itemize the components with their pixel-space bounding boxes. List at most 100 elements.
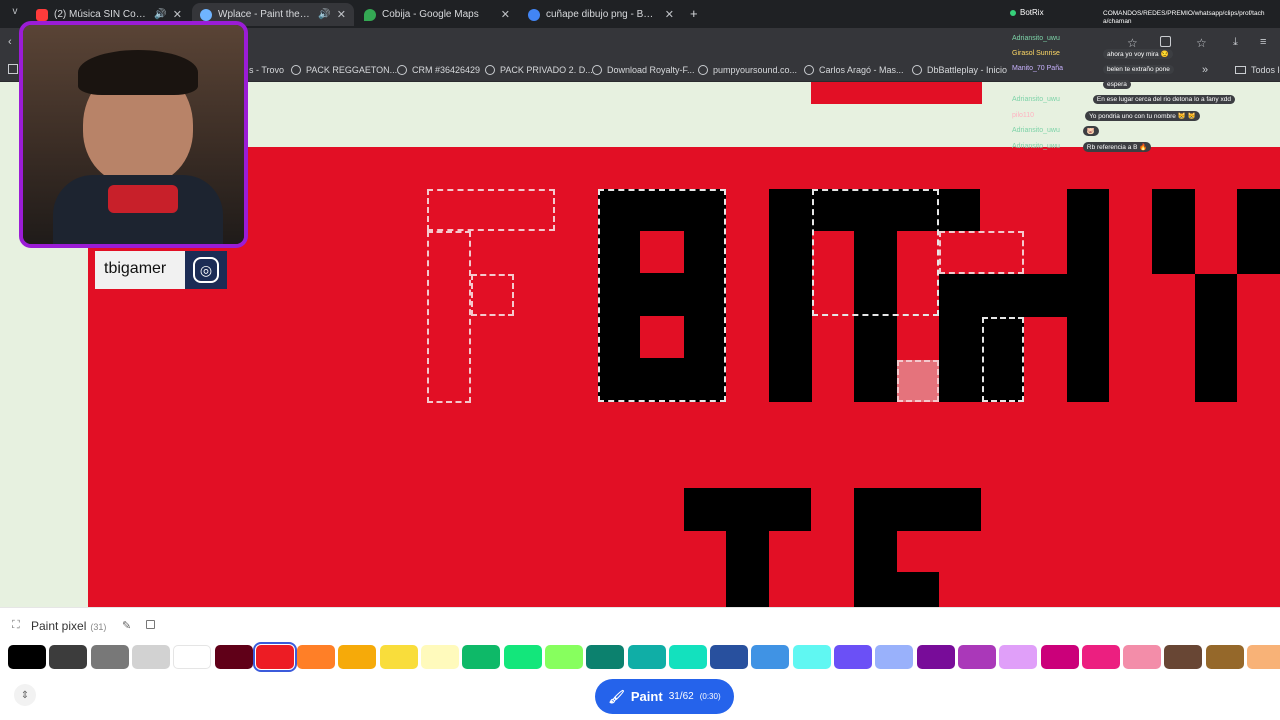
globe-icon	[804, 65, 814, 75]
chat-user: Manito_70 Paña	[1012, 65, 1063, 72]
bookmark-item[interactable]: CRM #36426429	[397, 62, 480, 78]
download-icon[interactable]: ⤓	[1233, 36, 1238, 49]
pixel-count: (31)	[90, 622, 107, 632]
bookmark-item[interactable]: pumpyoursound.co...	[698, 62, 797, 78]
color-swatch[interactable]	[1081, 645, 1120, 669]
layers-icon[interactable]	[146, 620, 155, 629]
speaker-icon[interactable]: 🔊	[318, 9, 330, 20]
pixel-outline	[812, 189, 939, 316]
close-tab-icon[interactable]: ✕	[501, 8, 510, 21]
pixel-block	[427, 231, 471, 403]
color-swatch[interactable]	[957, 645, 996, 669]
chat-user: Girasol Sunrise	[1012, 50, 1060, 57]
pixel-block	[769, 189, 812, 402]
pixel-cursor-target[interactable]	[897, 360, 939, 402]
pixel-block	[726, 531, 769, 607]
bookmark-item[interactable]: PACK PRIVADO 2. D...	[485, 62, 593, 78]
color-swatch[interactable]	[252, 642, 297, 672]
pixel-block	[471, 274, 514, 316]
color-swatch[interactable]	[627, 645, 666, 669]
color-swatch[interactable]	[8, 645, 46, 669]
paint-count: 31/62	[668, 691, 694, 702]
color-swatch[interactable]	[834, 645, 872, 669]
color-swatch[interactable]	[916, 645, 955, 669]
bookmark-item[interactable]: DbBattleplay - Inicio	[912, 62, 1007, 78]
paint-label: Paint	[630, 689, 663, 704]
globe-icon	[698, 65, 708, 75]
color-swatch[interactable]	[214, 645, 253, 669]
color-swatch[interactable]	[1040, 645, 1079, 669]
color-swatch[interactable]	[1164, 645, 1203, 669]
new-tab-button[interactable]: +	[690, 6, 698, 21]
maps-pin-favicon-icon	[364, 8, 376, 21]
botrix-extension[interactable]: BotRix	[1010, 8, 1044, 17]
chat-message: Adriansito_uwu Rb referencia a B 🔥	[1012, 140, 1152, 153]
color-swatch[interactable]	[338, 645, 377, 669]
chat-message: Girasol Sunrise	[1012, 47, 1060, 60]
bookmarks-overflow-button[interactable]: »	[1202, 62, 1208, 78]
chat-message: ahora yo voy mira 😏	[1103, 47, 1173, 60]
bookmark-item[interactable]: Download Royalty-F...	[592, 62, 695, 78]
speaker-icon[interactable]: 🔊	[154, 9, 166, 20]
extensions-icon[interactable]	[1160, 36, 1171, 47]
chat-message: belen te extraño pone	[1103, 63, 1174, 76]
chat-message: pilo110 Yo pondria uno con tu nombre 😸 😸	[1012, 109, 1200, 122]
status-dot-icon	[1010, 9, 1016, 16]
bookmark-label: CRM #36426429	[412, 65, 481, 75]
edit-pencil-icon[interactable]: ✎	[122, 619, 131, 632]
tab-google-search[interactable]: cuñape dibujo png - Buscar co ✕	[520, 3, 682, 26]
color-swatch[interactable]	[49, 645, 88, 669]
color-swatch[interactable]	[131, 645, 170, 669]
tab-search-icon[interactable]: v	[8, 6, 22, 20]
color-swatch[interactable]	[544, 645, 583, 669]
bookmark-label: Carlos Aragó - Mas...	[819, 65, 904, 75]
bookmark-item[interactable]: PACK REGGAETON...	[291, 62, 397, 78]
color-swatch[interactable]	[710, 645, 749, 669]
collapse-toggle-icon[interactable]: ⇕	[14, 684, 36, 706]
color-swatch[interactable]	[586, 645, 625, 669]
bookmark-item[interactable]: Carlos Aragó - Mas...	[804, 62, 904, 78]
color-swatch[interactable]	[1247, 645, 1280, 669]
expand-icon[interactable]: ⛶	[12, 619, 20, 632]
color-swatch[interactable]	[875, 645, 914, 669]
close-tab-icon[interactable]: ✕	[173, 8, 182, 21]
color-swatch[interactable]	[668, 645, 707, 669]
tab-title: Wplace - Paint the world	[218, 9, 312, 20]
color-swatch[interactable]	[1123, 645, 1162, 669]
pixel-block	[854, 531, 897, 607]
color-swatch[interactable]	[503, 645, 542, 669]
bookmark-star-icon[interactable]: ☆	[1196, 36, 1207, 50]
pixel-block	[897, 572, 939, 607]
pixel-outline	[939, 231, 1024, 274]
color-swatch[interactable]	[999, 645, 1038, 669]
bookmark-folder-all[interactable]: Todos los	[1235, 62, 1280, 78]
bookmark-item[interactable]: s - Trovo	[249, 62, 284, 78]
color-swatch[interactable]	[173, 645, 212, 669]
color-swatch[interactable]	[90, 645, 129, 669]
color-swatch[interactable]	[462, 645, 501, 669]
chat-text: En ese lugar cerca del rio detona lo a f…	[1092, 95, 1235, 104]
bookmark-label: pumpyoursound.co...	[713, 65, 798, 75]
paint-timer: (0:30)	[699, 692, 721, 701]
color-swatch[interactable]	[1205, 645, 1244, 669]
back-icon[interactable]: ‹	[8, 36, 12, 48]
globe-icon	[291, 65, 301, 75]
color-swatch[interactable]	[751, 645, 790, 669]
botrix-label: BotRix	[1020, 8, 1044, 17]
apps-grid-icon[interactable]	[8, 64, 18, 74]
chat-message: Manito_70 Paña	[1012, 62, 1063, 75]
bookmark-label: Download Royalty-F...	[607, 65, 695, 75]
color-swatch[interactable]	[379, 645, 418, 669]
microphone-icon	[108, 185, 178, 213]
paint-button[interactable]: 🖌 Paint 31/62 (0:30)	[595, 679, 734, 714]
color-swatch[interactable]	[421, 645, 459, 669]
chat-user: Adriansito_uwu	[1012, 127, 1060, 134]
color-swatch[interactable]	[297, 645, 336, 669]
chat-text: espera	[1103, 80, 1131, 89]
close-tab-icon[interactable]: ✕	[665, 8, 674, 21]
pixel-block	[854, 488, 981, 531]
color-swatch[interactable]	[792, 645, 831, 669]
close-tab-icon[interactable]: ✕	[337, 8, 346, 21]
menu-icon[interactable]: ≡	[1260, 36, 1266, 48]
tab-google-maps[interactable]: Cobija - Google Maps ✕	[356, 3, 518, 26]
